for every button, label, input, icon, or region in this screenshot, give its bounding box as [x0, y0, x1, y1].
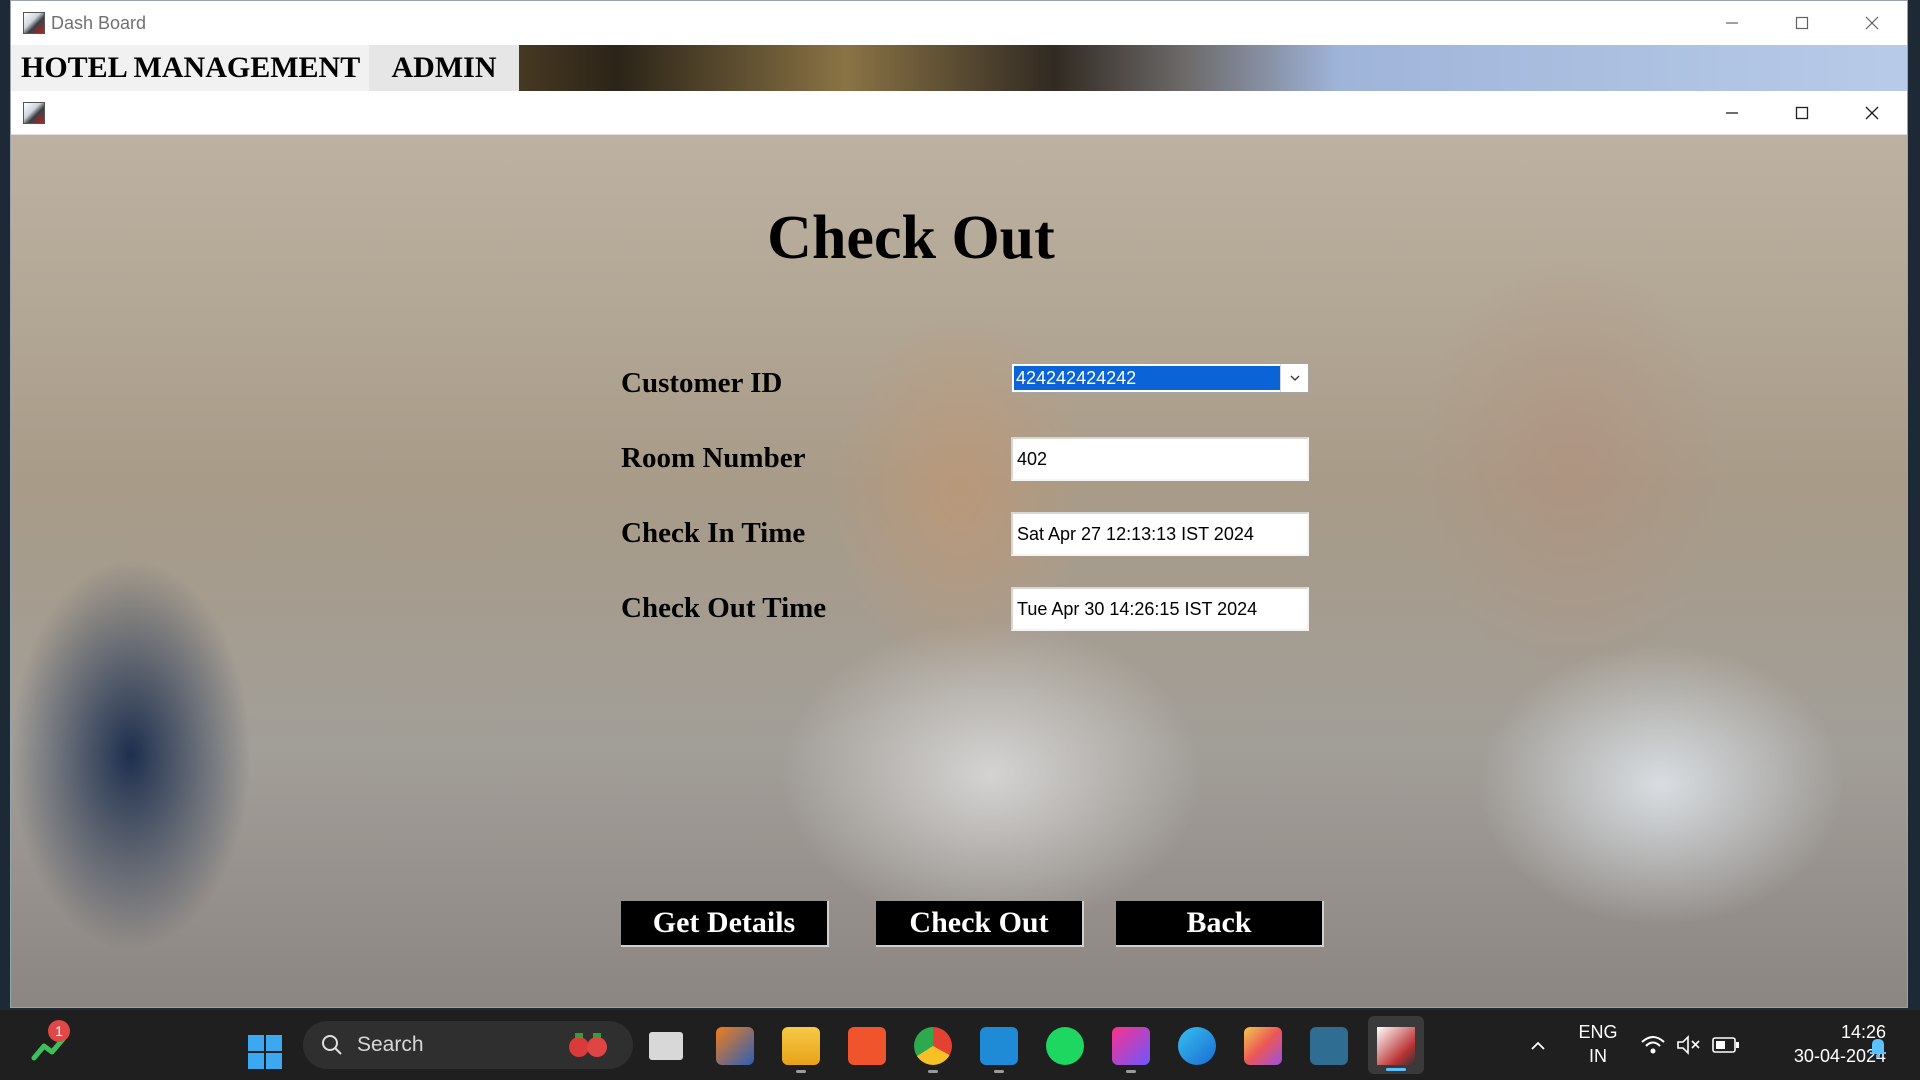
java-app-icon	[23, 12, 45, 34]
volume-muted-icon[interactable]	[1676, 1034, 1702, 1056]
menu-bar: HOTEL MANAGEMENT ADMIN	[11, 45, 1907, 91]
search-placeholder: Search	[357, 1033, 424, 1056]
minimize-icon	[1726, 111, 1738, 114]
java-app-icon	[1377, 1027, 1415, 1065]
cube-app-icon[interactable]	[1244, 1027, 1282, 1065]
check-in-time-field[interactable]	[1011, 512, 1309, 556]
checkout-panel: Check Out Customer ID 424242424242 Room …	[11, 135, 1907, 1007]
check-out-time-label: Check Out Time	[621, 592, 827, 624]
notification-badge: 1	[48, 1020, 70, 1042]
maximize-button[interactable]	[1767, 91, 1837, 134]
language-indicator[interactable]: ENG	[1574, 1022, 1622, 1043]
customer-id-label: Customer ID	[621, 367, 783, 399]
task-view-icon[interactable]	[649, 1032, 683, 1060]
mysql-workbench-icon[interactable]	[1310, 1027, 1348, 1065]
taskbar: 1 Search ENG IN 14:26 30-04-2024	[0, 1010, 1920, 1080]
matlab-icon[interactable]	[716, 1027, 754, 1065]
maximize-icon	[1795, 106, 1809, 119]
intellij-icon[interactable]	[1112, 1027, 1150, 1065]
menu-hotel-management[interactable]: HOTEL MANAGEMENT	[11, 45, 369, 91]
window-title: Dash Board	[51, 12, 147, 33]
close-button[interactable]	[1837, 1, 1907, 45]
java-app-icon	[23, 101, 45, 124]
minimize-button[interactable]	[1697, 1, 1767, 45]
brave-icon[interactable]	[848, 1027, 886, 1065]
chevron-down-icon[interactable]	[1280, 364, 1308, 392]
menu-admin[interactable]: ADMIN	[369, 45, 519, 91]
running-indicator	[1126, 1070, 1136, 1073]
running-indicator	[796, 1070, 806, 1073]
search-icon	[322, 1035, 342, 1055]
bell-icon[interactable]	[1868, 1036, 1888, 1058]
dashboard-titlebar: Dash Board	[11, 1, 1907, 45]
chrome-icon[interactable]	[914, 1027, 952, 1065]
start-icon[interactable]	[247, 1034, 283, 1070]
clock-time[interactable]: 14:26	[1750, 1022, 1886, 1043]
running-indicator	[994, 1070, 1004, 1073]
checkout-titlebar	[11, 91, 1907, 135]
region-indicator[interactable]: IN	[1574, 1046, 1622, 1067]
check-out-time-field[interactable]	[1011, 587, 1309, 631]
customer-id-select[interactable]: 424242424242	[1011, 363, 1309, 393]
room-number-label: Room Number	[621, 442, 806, 474]
clock-date[interactable]: 30-04-2024	[1750, 1046, 1886, 1067]
taskbar-search[interactable]: Search	[303, 1021, 633, 1069]
check-in-time-label: Check In Time	[621, 517, 806, 549]
dashboard-window: Dash Board HOTEL MANAGEMENT ADMIN Check …	[10, 0, 1908, 1008]
close-button[interactable]	[1837, 91, 1907, 134]
vscode-icon[interactable]	[980, 1027, 1018, 1065]
page-title: Check Out	[767, 204, 1055, 272]
close-icon	[1865, 106, 1879, 119]
spotify-icon[interactable]	[1046, 1027, 1084, 1065]
minimize-icon	[1726, 22, 1738, 24]
checkout-window: Check Out Customer ID 424242424242 Room …	[11, 91, 1907, 1007]
close-icon	[1865, 16, 1879, 30]
battery-icon[interactable]	[1712, 1036, 1740, 1054]
active-indicator	[1386, 1068, 1406, 1071]
chevron-up-icon[interactable]	[1528, 1036, 1548, 1056]
maximize-icon	[1795, 16, 1809, 30]
get-details-button[interactable]: Get Details	[621, 901, 829, 947]
strawberry-icon	[565, 1031, 611, 1059]
maximize-button[interactable]	[1767, 1, 1837, 45]
minimize-button[interactable]	[1697, 91, 1767, 134]
running-indicator	[928, 1070, 938, 1073]
edge-icon[interactable]	[1178, 1027, 1216, 1065]
check-out-button[interactable]: Check Out	[876, 901, 1084, 947]
back-button[interactable]: Back	[1116, 901, 1324, 947]
room-number-field[interactable]	[1011, 437, 1309, 481]
customer-id-selected-value: 424242424242	[1014, 366, 1281, 390]
java-app-taskbar-item[interactable]	[1368, 1016, 1424, 1074]
wifi-icon[interactable]	[1640, 1034, 1666, 1056]
file-explorer-icon[interactable]	[782, 1027, 820, 1065]
